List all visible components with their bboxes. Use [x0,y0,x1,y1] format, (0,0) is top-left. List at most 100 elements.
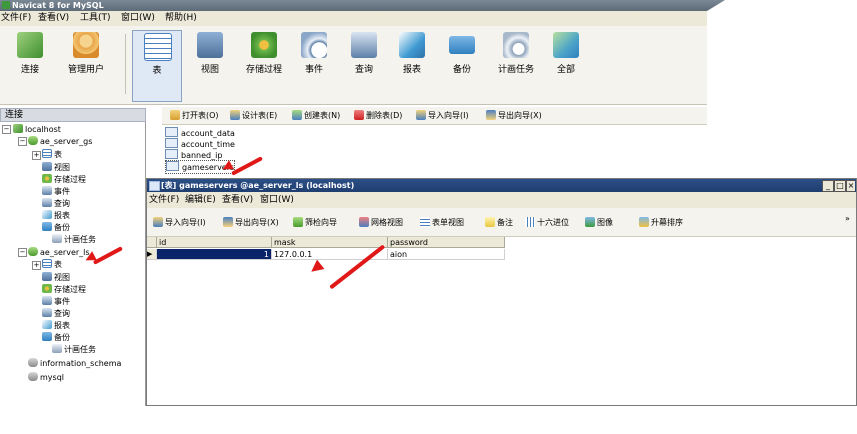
database-gray-icon [28,358,38,367]
toolbar-connection-button[interactable]: 连接 [6,30,54,100]
tree-item-label: 报表 [54,321,70,330]
toolbar-label: 事件 [304,65,323,75]
tree-item[interactable]: 存储过程 [42,174,86,185]
form-view-button[interactable]: 表单视图 [420,216,464,229]
menu-edit[interactable]: 编辑(E) [185,192,216,208]
memo-icon [485,217,495,227]
expand-toggle[interactable]: + [32,151,41,160]
tree-item[interactable]: 报表 [42,320,70,331]
image-button[interactable]: 图像 [585,216,613,229]
tree-item[interactable]: 存储过程 [42,284,86,295]
tree-item-label: 备份 [54,333,70,342]
collapse-toggle[interactable]: − [18,248,27,257]
tree-item[interactable]: 报表 [42,210,70,221]
create-table-icon [292,110,302,120]
tree-item[interactable]: 查询 [42,308,70,319]
toolbar-procedure-button[interactable]: 存储过程 [236,30,292,100]
collapse-toggle[interactable]: − [18,137,27,146]
column-header-password[interactable]: password [388,237,505,248]
maximize-button[interactable]: □ [834,180,846,192]
tree-item[interactable]: ae_server_ls [28,247,90,258]
toolbar-table-button[interactable]: 表 [132,30,182,102]
import-icon [153,217,163,227]
delete-table-button[interactable]: 删除表(D) [354,109,402,122]
navicat-logo-icon [2,1,10,9]
menu-help[interactable]: 帮助(H) [165,11,197,26]
row-header-corner [147,237,157,248]
import-wizard-button[interactable]: 导入向导(I) [416,109,469,122]
toolbar-schedule-button[interactable]: 计画任务 [490,30,542,100]
tree-item[interactable]: 备份 [42,332,70,343]
open-table-button[interactable]: 打开表(O) [170,109,219,122]
tree-item[interactable]: information_schema [28,358,121,369]
row-indicator-icon[interactable]: ▶ [147,249,157,260]
object-toolbar: 打开表(O) 设计表(E) 创建表(N) 删除表(D) 导入向导(I) 导出向导… [162,107,707,125]
menu-window[interactable]: 窗口(W) [260,192,294,208]
tree-item[interactable]: 视图 [42,162,70,173]
grid-view-button[interactable]: 网格视图 [359,216,403,229]
tree-item[interactable]: 备份 [42,222,70,233]
query-icon [42,308,52,317]
filter-wizard-button[interactable]: 筛检向导 [293,216,337,229]
close-button[interactable]: × [846,180,855,192]
menu-view[interactable]: 查看(V) [222,192,253,208]
export-wizard-button[interactable]: 导出向导(X) [486,109,542,122]
toolbar-backup-button[interactable]: 备份 [438,30,486,100]
column-header-id[interactable]: id [157,237,272,248]
table-cell-id[interactable]: 1 [157,249,272,260]
column-header-mask[interactable]: mask [272,237,388,248]
image-icon [585,217,595,227]
tree-item[interactable]: mysql [28,372,64,383]
menu-file[interactable]: 文件(F) [1,11,31,26]
toolbar-all-button[interactable]: 全部 [542,30,590,100]
toolbar-report-button[interactable]: 报表 [388,30,436,100]
sort-ascending-button[interactable]: 升幕排序 [639,216,683,229]
table-cell-password[interactable]: aion [388,249,505,260]
menu-view[interactable]: 查看(V) [38,11,69,26]
tree-item[interactable]: 计画任务 [52,234,96,245]
toolbar-event-button[interactable]: 事件 [290,30,338,100]
collapse-toggle[interactable]: − [2,125,11,134]
toolbar-overflow-icon[interactable]: » [845,212,850,225]
expand-toggle[interactable]: + [32,261,41,270]
table-icon [42,259,52,268]
import-wizard-button[interactable]: 导入向导(I) [153,216,206,229]
tree-item[interactable]: 表 [42,149,62,160]
design-table-button[interactable]: 设计表(E) [230,109,277,122]
tree-item[interactable]: 事件 [42,186,70,197]
server-icon [13,124,23,133]
data-grid: id mask password ▶ 1 127.0.0.1 aion [147,237,507,263]
memo-button[interactable]: 备注 [485,216,513,229]
menu-file[interactable]: 文件(F) [149,192,179,208]
database-icon [28,136,38,145]
tree-item[interactable]: 查询 [42,198,70,209]
report-icon [42,320,52,329]
query-icon [351,32,377,58]
import-icon [416,110,426,120]
tree-item[interactable]: ae_server_gs [28,136,92,147]
tree-item[interactable]: 事件 [42,296,70,307]
tree-item[interactable]: 表 [42,259,62,270]
view-icon [197,32,223,58]
tree-item[interactable]: 视图 [42,272,70,283]
menu-tools[interactable]: 工具(T) [80,11,111,26]
tree-item[interactable]: 计画任务 [52,344,96,355]
tree-item-label: 表 [54,150,62,159]
toolbar-view-button[interactable]: 视图 [186,30,234,100]
toolbar-label: 表 [152,66,162,76]
toolbar-query-button[interactable]: 查询 [340,30,388,100]
toolbar-manage-users-button[interactable]: 管理用户 [54,30,118,100]
table-window-title: [表] gameservers @ae_server_ls (localhost… [161,181,355,190]
table-icon [42,149,52,158]
export-wizard-button[interactable]: 导出向导(X) [223,216,279,229]
hex-button[interactable]: 十六进位 [525,216,569,229]
filter-icon [293,217,303,227]
create-table-button[interactable]: 创建表(N) [292,109,340,122]
procedure-icon [42,284,52,293]
export-icon [223,217,233,227]
minimize-button[interactable]: _ [822,180,834,192]
tree-item-label: 计画任务 [64,345,96,354]
menu-window[interactable]: 窗口(W) [121,11,155,26]
toolbar-label: 存储过程 [245,65,282,75]
tree-item[interactable]: localhost [13,124,61,135]
